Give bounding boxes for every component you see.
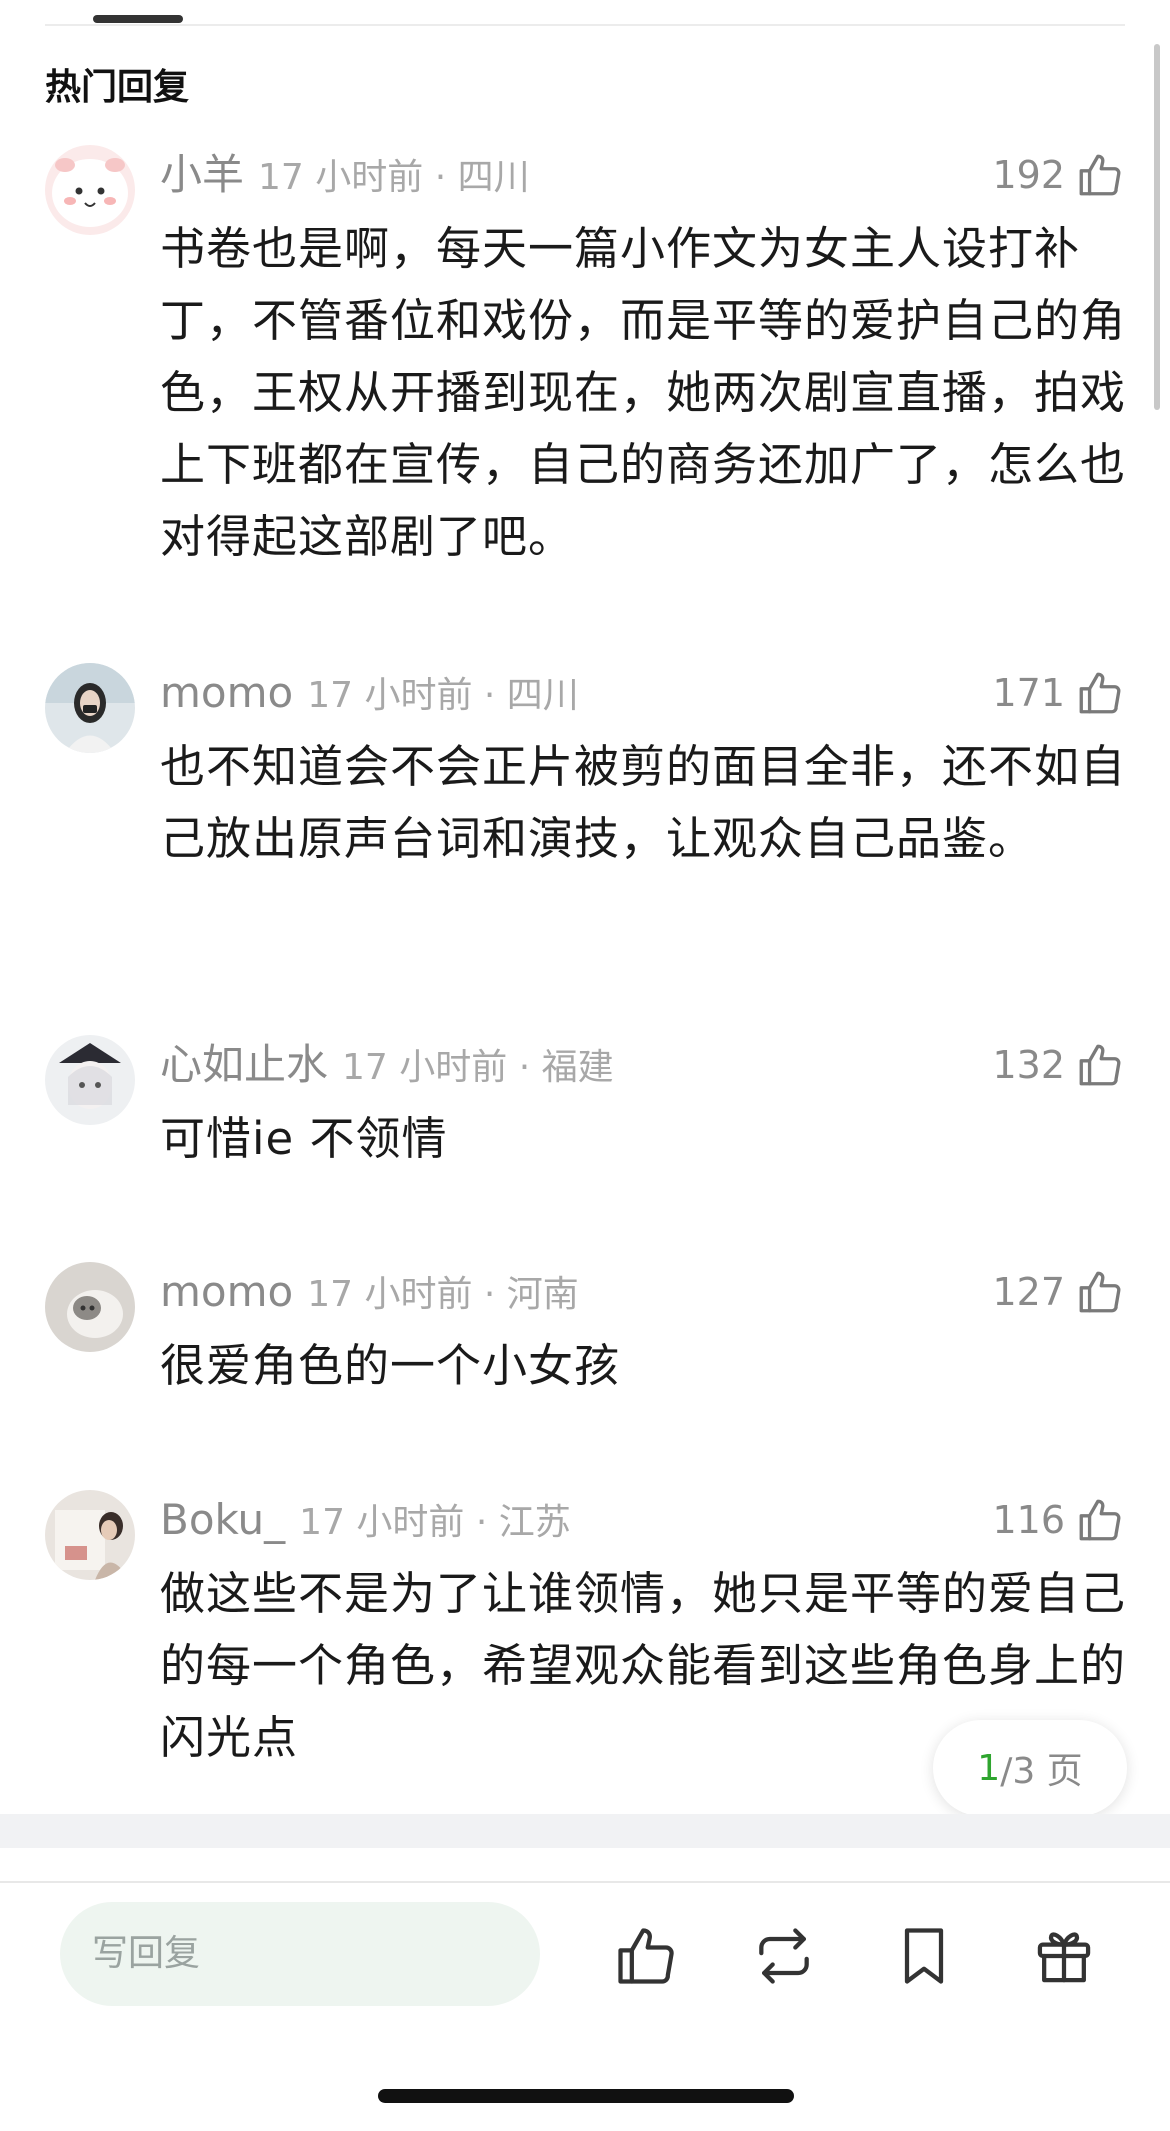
thumbs-up-icon <box>1079 672 1121 714</box>
like-button[interactable]: 171 <box>992 663 1125 723</box>
reply-placeholder: 写回复 <box>92 1933 201 1974</box>
avatar[interactable] <box>45 145 135 235</box>
username[interactable]: Boku_ <box>160 1495 285 1544</box>
like-count: 132 <box>992 1043 1065 1087</box>
avatar[interactable] <box>45 1262 135 1352</box>
comment-meta: momo 17 小时前 · 河南 <box>160 1262 579 1322</box>
thumbs-up-icon[interactable] <box>612 1922 680 1990</box>
like-button[interactable]: 132 <box>992 1035 1125 1095</box>
bookmark-icon[interactable] <box>890 1922 958 1990</box>
comment-meta: momo 17 小时前 · 四川 <box>160 663 579 723</box>
time-location: 17 小时前 · 河南 <box>307 1274 579 1315</box>
time-location: 17 小时前 · 四川 <box>258 157 530 198</box>
avatar[interactable] <box>45 1035 135 1125</box>
comment-meta: 心如止水 17 小时前 · 福建 <box>160 1035 614 1095</box>
home-indicator[interactable] <box>378 2089 794 2103</box>
like-button[interactable]: 192 <box>992 145 1125 205</box>
page-indicator[interactable]: 1/3 页 <box>933 1720 1127 1816</box>
section-separator <box>0 1814 1170 1848</box>
comment-text: 可惜ie 不领情 <box>160 1112 448 1165</box>
comment-meta: 小羊 17 小时前 · 四川 <box>160 145 530 205</box>
avatar[interactable] <box>45 1490 135 1580</box>
thumbs-up-icon <box>1079 154 1121 196</box>
top-divider <box>45 24 1125 26</box>
scrollbar[interactable] <box>1154 44 1160 410</box>
like-button[interactable]: 116 <box>992 1490 1125 1550</box>
comment-meta: Boku_ 17 小时前 · 江苏 <box>160 1490 571 1550</box>
gift-icon[interactable] <box>1030 1922 1098 1990</box>
thumbs-up-icon <box>1079 1044 1121 1086</box>
like-count: 116 <box>992 1498 1065 1542</box>
avatar[interactable] <box>45 663 135 753</box>
tab-indicator <box>93 15 183 23</box>
time-location: 17 小时前 · 江苏 <box>299 1502 571 1543</box>
thumbs-up-icon <box>1079 1271 1121 1313</box>
time-location: 17 小时前 · 四川 <box>307 675 579 716</box>
like-count: 192 <box>992 153 1065 197</box>
like-count: 171 <box>992 671 1065 715</box>
thumbs-up-icon <box>1079 1499 1121 1541</box>
page-total: /3 页 <box>1000 1751 1083 1792</box>
username[interactable]: 心如止水 <box>160 1040 328 1089</box>
comment-text: 书卷也是啊，每天一篇小作文为女主人设打补丁，不管番位和戏份，而是平等的爱护自己的… <box>160 222 1127 563</box>
comment-text: 也不知道会不会正片被剪的面目全非，还不如自己放出原声台词和演技，让观众自己品鉴。 <box>160 740 1127 865</box>
repost-icon[interactable] <box>750 1922 818 1990</box>
like-button[interactable]: 127 <box>992 1262 1125 1322</box>
comment-text: 很爱角色的一个小女孩 <box>160 1339 621 1392</box>
username[interactable]: momo <box>160 1267 293 1316</box>
like-count: 127 <box>992 1270 1065 1314</box>
page-current: 1 <box>977 1747 1001 1789</box>
username[interactable]: 小羊 <box>160 150 244 199</box>
section-title: 热门回复 <box>45 67 190 108</box>
username[interactable]: momo <box>160 668 293 717</box>
divider <box>0 1881 1170 1883</box>
reply-input[interactable]: 写回复 <box>60 1902 540 2006</box>
time-location: 17 小时前 · 福建 <box>342 1047 614 1088</box>
